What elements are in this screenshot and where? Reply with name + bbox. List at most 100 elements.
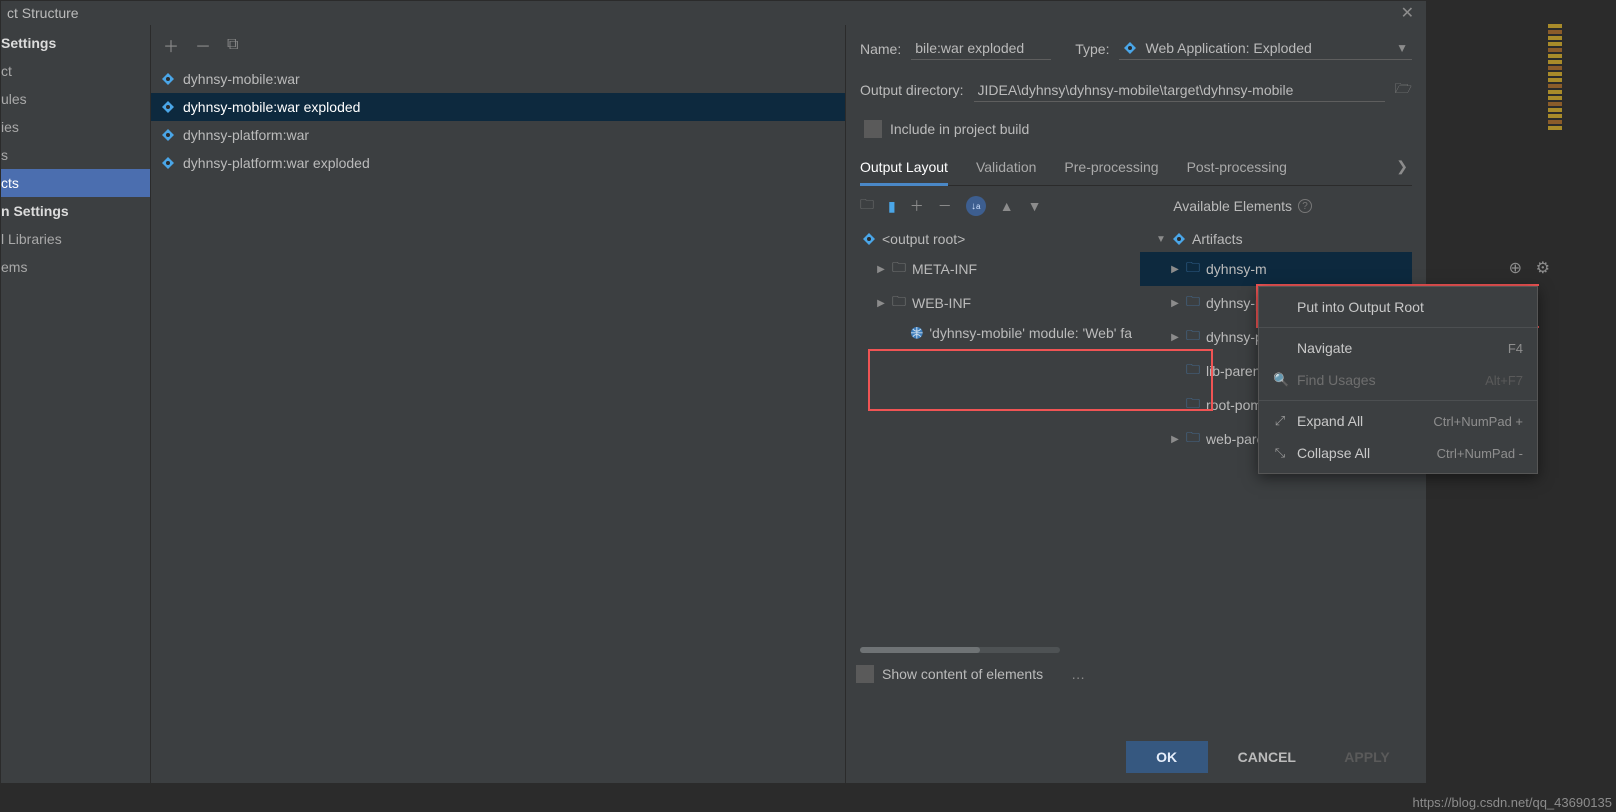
ok-button[interactable]: OK [1126, 741, 1208, 773]
output-layout-tree[interactable]: <output root> ▶🗀META-INF▶🗀WEB-INF'dyhnsy… [860, 226, 1140, 783]
artifact-list-item[interactable]: dyhnsy-mobile:war exploded [151, 93, 845, 121]
sidebar-item[interactable]: ies [1, 113, 150, 141]
sidebar-item[interactable]: s [1, 141, 150, 169]
tabs-overflow-icon[interactable]: ❯ [1392, 152, 1412, 185]
sidebar-item[interactable]: ules [1, 85, 150, 113]
expand-icon[interactable]: ▼ [1156, 234, 1166, 245]
folder-icon: 🗀 [892, 257, 906, 281]
cancel-button[interactable]: CANCEL [1220, 741, 1314, 773]
available-element-node[interactable]: ▶🗀dyhnsy-m [1140, 252, 1412, 286]
name-label: Name: [860, 41, 901, 57]
copy-icon[interactable]: ⧉ [227, 36, 238, 54]
module-folder-icon: 🗀 [1186, 393, 1200, 417]
web-facet-icon [910, 326, 924, 340]
editor-minimap [1548, 24, 1562, 130]
show-content-checkbox[interactable]: Show content of elements … [856, 665, 1085, 683]
help-icon[interactable]: ? [1298, 199, 1312, 213]
project-structure-dialog: ct Structure ✕ Settings ctulesiesscts n … [0, 0, 1427, 784]
shortcut-label: Alt+F7 [1485, 373, 1523, 388]
include-in-build-label: Include in project build [890, 121, 1029, 137]
artifact-type-icon [1123, 41, 1137, 55]
context-menu-item[interactable]: Put into Output Root [1259, 291, 1537, 323]
search-icon: 🔍 [1273, 372, 1287, 388]
expand-all-icon: ⤢ [1273, 413, 1287, 429]
horizontal-scrollbar[interactable] [856, 647, 1426, 653]
add-copy-icon[interactable]: ＋ [910, 196, 924, 216]
artifact-tabs: Output Layout Validation Pre-processing Pos… [860, 152, 1412, 186]
expand-icon[interactable]: ▶ [1170, 434, 1180, 445]
output-tree-node[interactable]: ▶🗀META-INF [860, 252, 1134, 286]
artifact-icon [161, 156, 175, 170]
artifact-list-item[interactable]: dyhnsy-platform:war [151, 121, 845, 149]
include-in-build-checkbox[interactable]: Include in project build [864, 120, 1412, 138]
artifacts-root-node[interactable]: ▼ Artifacts [1140, 226, 1412, 252]
move-up-icon[interactable]: ▲ [1000, 198, 1014, 214]
add-icon[interactable]: ＋ [163, 33, 179, 57]
sidebar-item[interactable]: ct [1, 57, 150, 85]
checkbox-box[interactable] [864, 120, 882, 138]
context-menu: Put into Output Root NavigateF4🔍Find Usag… [1258, 286, 1538, 474]
apply-button[interactable]: APPLY [1326, 741, 1408, 773]
dialog-button-row: OK CANCEL APPLY [1126, 741, 1408, 773]
expand-icon[interactable]: ▶ [876, 264, 886, 275]
sidebar-item[interactable]: ems [1, 253, 150, 281]
dialog-title: ct Structure [7, 5, 79, 21]
context-menu-item[interactable]: ⤡Collapse AllCtrl+NumPad - [1259, 437, 1537, 469]
artifact-list-toolbar: ＋ － ⧉ [151, 25, 845, 65]
artifact-list-item[interactable]: dyhnsy-mobile:war [151, 65, 845, 93]
watermark-url: https://blog.csdn.net/qq_43690135 [1413, 795, 1613, 810]
output-tree-node[interactable]: ▶🗀WEB-INF [860, 286, 1134, 320]
type-dropdown-label: Web Application: Exploded [1145, 40, 1311, 56]
tab-output-layout[interactable]: Output Layout [860, 153, 948, 185]
artifact-list-item[interactable]: dyhnsy-platform:war exploded [151, 149, 845, 177]
artifact-icon [161, 72, 175, 86]
remove-icon[interactable]: － [195, 33, 211, 57]
context-menu-item: 🔍Find UsagesAlt+F7 [1259, 364, 1537, 396]
output-root-node[interactable]: <output root> [860, 226, 1134, 252]
browse-folder-icon[interactable]: 🗁 [1395, 78, 1412, 102]
tab-validation[interactable]: Validation [976, 153, 1036, 185]
artifact-icon [1172, 232, 1186, 246]
target-icon[interactable]: ⊕ [1509, 258, 1522, 278]
expand-icon[interactable]: ▶ [1170, 332, 1180, 343]
sidebar-item[interactable]: cts [1, 169, 150, 197]
artifact-icon [862, 232, 876, 246]
tab-post-processing[interactable]: Post-processing [1187, 153, 1287, 185]
available-elements-header: Available Elements ? [1173, 198, 1412, 214]
tab-pre-processing[interactable]: Pre-processing [1064, 153, 1158, 185]
new-folder-icon[interactable]: 🗀 [860, 194, 874, 218]
sort-alpha-button[interactable]: ↓a [966, 196, 986, 216]
new-archive-icon[interactable]: ▮ [888, 198, 896, 215]
close-icon[interactable]: ✕ [1395, 3, 1420, 23]
module-folder-icon: 🗀 [1186, 257, 1200, 281]
expand-icon[interactable]: ▶ [1170, 298, 1180, 309]
shortcut-label: F4 [1508, 341, 1523, 356]
gear-icon[interactable]: ⚙ [1536, 258, 1550, 278]
checkbox-box[interactable] [856, 665, 874, 683]
remove-item-icon[interactable]: － [938, 196, 952, 216]
artifact-list[interactable]: dyhnsy-mobile:wardyhnsy-mobile:war explo… [151, 65, 845, 783]
folder-icon: 🗀 [892, 291, 906, 315]
output-directory-label: Output directory: [860, 82, 964, 98]
ellipsis-icon[interactable]: … [1071, 666, 1085, 682]
move-down-icon[interactable]: ▼ [1028, 198, 1042, 214]
output-tree-node[interactable]: 'dyhnsy-mobile' module: 'Web' fa [860, 320, 1134, 346]
artifacts-column: ＋ － ⧉ dyhnsy-mobile:wardyhnsy-mobile:war… [151, 25, 846, 783]
type-dropdown[interactable]: Web Application: Exploded ▼ [1119, 37, 1412, 60]
module-folder-icon: 🗀 [1186, 359, 1200, 383]
module-folder-icon: 🗀 [1186, 325, 1200, 349]
module-folder-icon: 🗀 [1186, 291, 1200, 315]
expand-icon[interactable]: ▶ [1170, 264, 1180, 275]
sidebar-item[interactable]: l Libraries [1, 225, 150, 253]
show-content-label: Show content of elements [882, 666, 1043, 682]
expand-icon[interactable]: ▶ [876, 298, 886, 309]
output-directory-input[interactable] [974, 79, 1385, 102]
sidebar-heading-settings: Settings [1, 29, 150, 57]
shortcut-label: Ctrl+NumPad + [1433, 414, 1523, 429]
dialog-titlebar: ct Structure ✕ [1, 1, 1426, 25]
context-menu-separator [1259, 327, 1537, 328]
name-input[interactable] [911, 37, 1051, 60]
sidebar-heading-platform: n Settings [1, 197, 150, 225]
context-menu-item[interactable]: ⤢Expand AllCtrl+NumPad + [1259, 405, 1537, 437]
context-menu-item[interactable]: NavigateF4 [1259, 332, 1537, 364]
